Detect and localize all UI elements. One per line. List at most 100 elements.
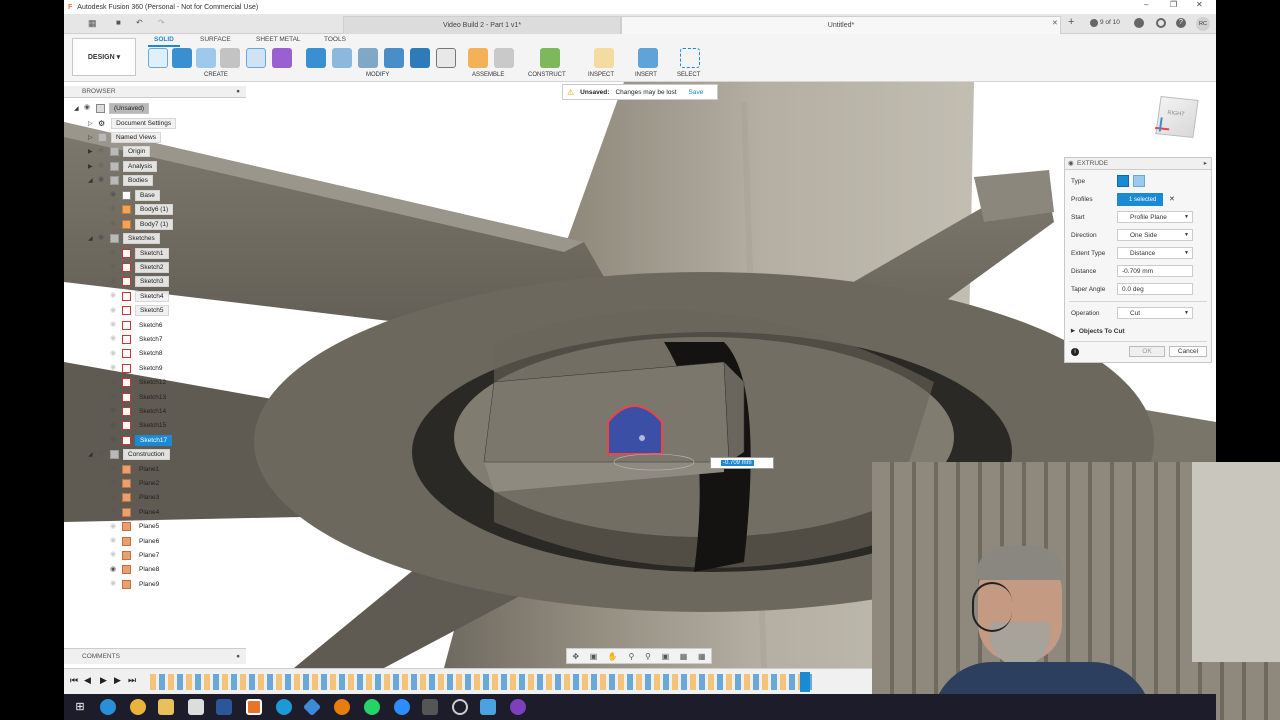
- save-icon[interactable]: ■: [116, 18, 121, 27]
- tree-body-6[interactable]: ◉ Body6 (1): [110, 203, 174, 215]
- tree-sketch-item[interactable]: ◉ Sketch4: [110, 290, 169, 302]
- eye-off-icon[interactable]: ◉: [110, 292, 118, 300]
- expand-dialog-icon[interactable]: ▸: [1204, 158, 1207, 170]
- tree-sketch-item[interactable]: ◉ Sketch6: [110, 319, 167, 331]
- eye-icon[interactable]: ◉: [110, 566, 118, 574]
- collapse-icon[interactable]: ◢: [88, 177, 96, 184]
- create-menu[interactable]: CREATE: [204, 72, 228, 78]
- grid-settings-icon[interactable]: ▦: [680, 652, 688, 661]
- upload-icon[interactable]: [480, 699, 496, 715]
- help-icon[interactable]: ?: [1176, 18, 1186, 28]
- fillet-icon[interactable]: [332, 48, 352, 68]
- eye-off-icon[interactable]: ◉: [110, 508, 118, 516]
- eye-off-icon[interactable]: ◉: [110, 537, 118, 545]
- tree-document-settings[interactable]: ▷ ⚙ Document Settings: [88, 117, 177, 129]
- display-settings-icon[interactable]: ▣: [662, 652, 670, 661]
- operation-dropdown[interactable]: Cut ▼: [1117, 307, 1193, 319]
- shell-icon[interactable]: [384, 48, 404, 68]
- tree-origin[interactable]: ▶ ◉ Origin: [88, 145, 151, 157]
- eye-off-icon[interactable]: ◉: [110, 278, 118, 286]
- expand-icon[interactable]: ▶: [88, 148, 96, 155]
- cancel-button[interactable]: Cancel: [1169, 346, 1207, 357]
- step-forward-icon[interactable]: ▶: [114, 675, 121, 686]
- app-icon[interactable]: [422, 699, 438, 715]
- eye-off-icon[interactable]: ◉: [110, 580, 118, 588]
- eye-off-icon[interactable]: ◉: [110, 205, 118, 213]
- job-status-icon[interactable]: [1090, 19, 1098, 27]
- clock-icon[interactable]: [1156, 18, 1166, 28]
- combine-icon[interactable]: [410, 48, 430, 68]
- maximize-icon[interactable]: ❐: [1170, 0, 1177, 9]
- eye-off-icon[interactable]: ◉: [110, 220, 118, 228]
- tab-video-build[interactable]: Video Build 2 - Part 1 v1*: [343, 16, 621, 34]
- tab-surface[interactable]: SURFACE: [200, 36, 231, 43]
- windows-start-icon[interactable]: ⊞: [72, 699, 88, 715]
- eye-icon[interactable]: ◉: [98, 176, 106, 184]
- insert-image-icon[interactable]: [638, 48, 658, 68]
- extrude-header[interactable]: ◉ EXTRUDE ▸: [1065, 158, 1211, 170]
- taper-input[interactable]: 0.0 deg: [1117, 283, 1193, 295]
- edge-icon[interactable]: [100, 699, 116, 715]
- tree-plane-item[interactable]: ◉ Plane1: [110, 463, 163, 475]
- tree-body-7[interactable]: ◉ Body7 (1): [110, 218, 174, 230]
- tree-sketch-item[interactable]: ◉ Sketch14: [110, 405, 170, 417]
- save-link[interactable]: Save: [689, 89, 704, 96]
- minimize-icon[interactable]: –: [1144, 0, 1148, 9]
- fit-icon[interactable]: ⚲: [645, 652, 651, 661]
- comments-panel[interactable]: COMMENTS ●: [64, 648, 246, 664]
- viewcube[interactable]: RIGHT: [1155, 96, 1199, 138]
- expand-icon[interactable]: ▶: [1071, 328, 1075, 334]
- user-avatar[interactable]: RC: [1196, 17, 1210, 31]
- new-component-icon[interactable]: [468, 48, 488, 68]
- measure-icon[interactable]: [594, 48, 614, 68]
- workspace-switcher[interactable]: DESIGN ▾: [72, 38, 136, 76]
- expand-icon[interactable]: ▷: [88, 120, 96, 127]
- tree-plane-item[interactable]: ◉ Plane8: [110, 564, 163, 576]
- app-grid-icon[interactable]: ▦: [88, 18, 97, 29]
- eye-off-icon[interactable]: ◉: [110, 335, 118, 343]
- tree-sketch-item[interactable]: ◉ Sketch13: [110, 391, 170, 403]
- new-tab-icon[interactable]: +: [1068, 16, 1074, 28]
- tree-construction[interactable]: ◢ ◉ Construction: [88, 448, 170, 460]
- timeline-track[interactable]: [150, 674, 812, 690]
- close-tab-icon[interactable]: ✕: [1052, 19, 1058, 27]
- tree-plane-item[interactable]: ◉ Plane9: [110, 578, 163, 590]
- tree-sketch-item[interactable]: ◉ Sketch15: [110, 420, 170, 432]
- create-form-icon[interactable]: [272, 48, 292, 68]
- move-icon[interactable]: [436, 48, 456, 68]
- distance-manipulator[interactable]: -0.709 mm: [710, 457, 774, 469]
- collapse-icon[interactable]: ◢: [88, 451, 96, 458]
- comments-pin-icon[interactable]: ●: [236, 649, 240, 665]
- objects-to-cut-row[interactable]: ▶ Objects To Cut: [1071, 324, 1125, 338]
- speed-icon[interactable]: [452, 699, 468, 715]
- inspect-menu[interactable]: INSPECT: [588, 72, 614, 78]
- slicer-icon[interactable]: [302, 697, 322, 717]
- tree-sketch-item[interactable]: ◉ Sketch7: [110, 333, 167, 345]
- tree-plane-item[interactable]: ◉ Plane3: [110, 492, 163, 504]
- fast-forward-icon[interactable]: ⏭: [128, 675, 136, 686]
- tree-body-base[interactable]: ◉ Base: [110, 189, 160, 201]
- expand-icon[interactable]: ▷: [88, 134, 96, 141]
- eye-icon[interactable]: ◉: [84, 104, 92, 112]
- assemble-menu[interactable]: ASSEMBLE: [472, 72, 504, 78]
- direction-dropdown[interactable]: One Side ▼: [1117, 229, 1193, 241]
- file-explorer-icon[interactable]: [158, 699, 174, 715]
- chamfer-icon[interactable]: [358, 48, 378, 68]
- tree-sketches[interactable]: ◢ ◉ Sketches: [88, 232, 160, 244]
- notifications-icon[interactable]: [1134, 18, 1144, 28]
- tree-sketch-item[interactable]: ◉ Sketch17: [110, 434, 173, 446]
- eye-off-icon[interactable]: ◉: [110, 479, 118, 487]
- joint-icon[interactable]: [494, 48, 514, 68]
- pattern-icon[interactable]: [246, 48, 266, 68]
- orbit-icon[interactable]: ✥: [572, 652, 579, 661]
- rewind-icon[interactable]: ⏮: [70, 675, 78, 686]
- word-icon[interactable]: [216, 699, 232, 715]
- eye-off-icon[interactable]: ◉: [110, 523, 118, 531]
- insert-menu[interactable]: INSERT: [635, 72, 657, 78]
- tree-plane-item[interactable]: ◉ Plane7: [110, 549, 163, 561]
- collapse-dialog-icon[interactable]: ◉: [1068, 158, 1074, 170]
- eye-off-icon[interactable]: ◉: [110, 321, 118, 329]
- tree-plane-item[interactable]: ◉ Plane6: [110, 535, 163, 547]
- offset-plane-icon[interactable]: [540, 48, 560, 68]
- browser-header[interactable]: BROWSER ●: [64, 86, 246, 98]
